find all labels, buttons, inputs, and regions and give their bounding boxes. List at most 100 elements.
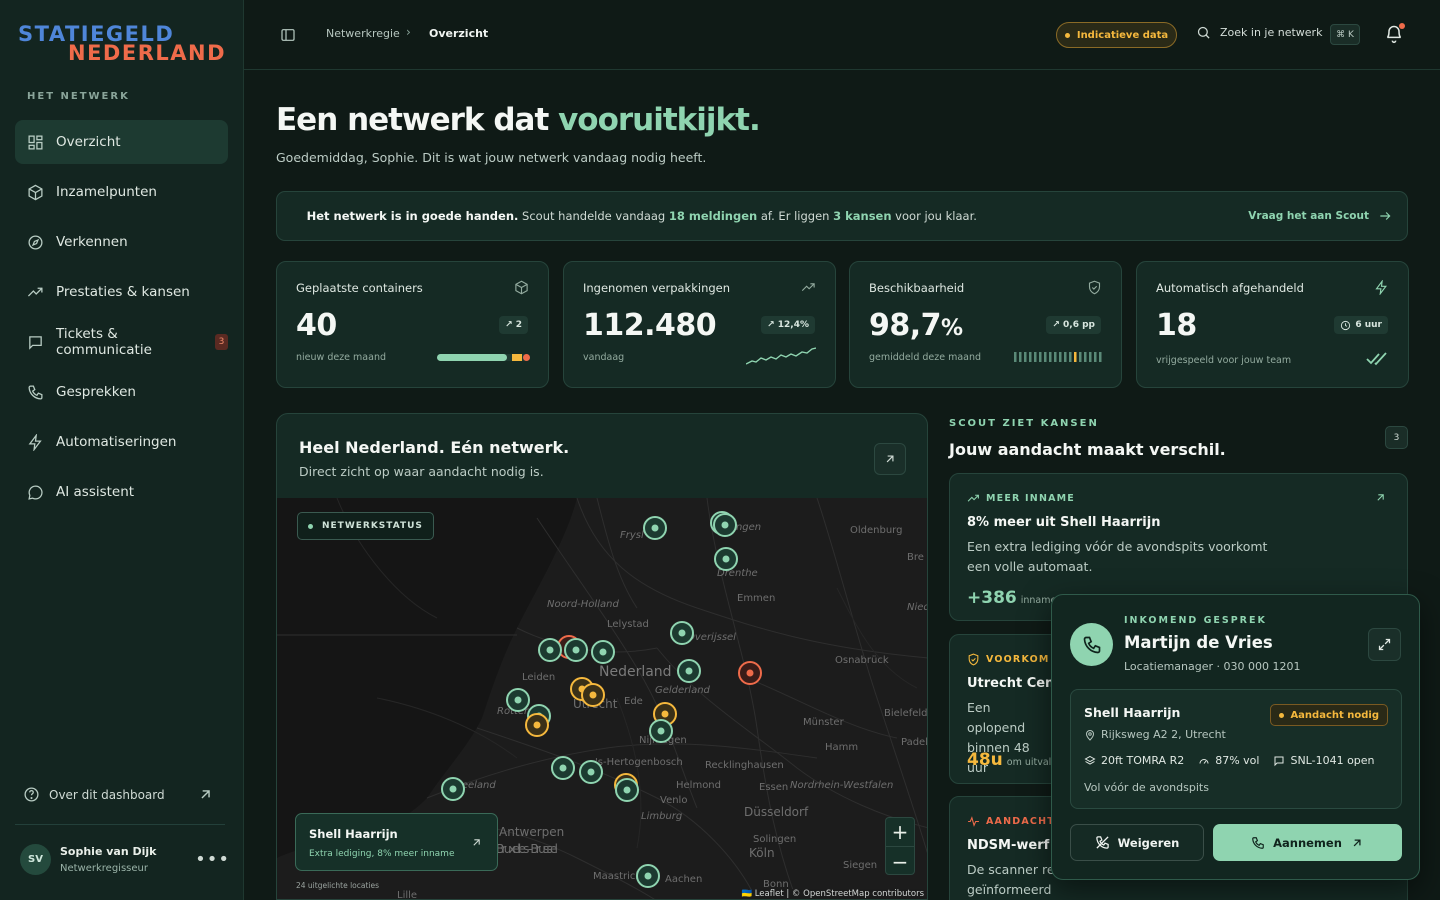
map-marker[interactable] <box>441 777 465 801</box>
opportunity-kicker: AANDACHT <box>967 815 1055 828</box>
breadcrumb-netwerkregie[interactable]: Netwerkregie <box>326 27 400 40</box>
kpi-title: Beschikbaarheid <box>869 281 965 295</box>
sidebar-item-inzamelpunten[interactable]: Inzamelpunten <box>15 170 228 214</box>
kpi-card-beschikbaarheid[interactable]: Beschikbaarheid 98,7% ↗ 0,6 pp gemiddeld… <box>849 261 1122 388</box>
map-marker[interactable] <box>551 756 575 780</box>
map-label: Emmen <box>737 593 775 604</box>
map-marker[interactable] <box>713 513 737 537</box>
map-marker[interactable] <box>581 683 605 707</box>
map-label: Padeb <box>901 737 928 748</box>
accept-call-button[interactable]: Aannemen <box>1213 824 1402 861</box>
kpi-value: 40 <box>296 308 337 343</box>
pin-icon <box>1085 729 1095 741</box>
bolt-icon <box>1375 280 1387 295</box>
scout-count-badge: 3 <box>1385 426 1408 449</box>
banner-text-2: af. Er liggen <box>757 209 834 223</box>
map-marker[interactable] <box>506 688 530 712</box>
caller-phone-badge <box>1070 623 1113 666</box>
map-marker[interactable] <box>670 621 694 645</box>
phone-icon <box>1252 836 1264 849</box>
sidebar-item-overzicht[interactable]: Overzicht <box>15 120 228 164</box>
kpi-delta-chip: ↗ 12,4% <box>761 316 815 334</box>
map-marker[interactable] <box>579 760 603 784</box>
sidebar-toggle-icon[interactable] <box>280 27 296 43</box>
kpi-card-automatisch[interactable]: Automatisch afgehandeld 18 6 uur vrijges… <box>1136 261 1409 388</box>
map-label: Bruxelles - Brussel <box>496 842 558 856</box>
map-attribution[interactable]: 🇺🇦 Leaflet | © OpenStreetMap contributor… <box>741 889 924 899</box>
map-marker[interactable] <box>525 713 549 737</box>
kpi-delta-chip: ↗ 0,6 pp <box>1046 316 1101 334</box>
sidebar-item-ai-assistent[interactable]: AI assistent <box>15 470 228 514</box>
map-label: Nordrhein-Westfalen <box>790 780 893 791</box>
arrow-up-right-icon <box>473 839 480 846</box>
user-profile[interactable]: SV Sophie van Dijk Netwerkregisseur ••• <box>20 844 230 875</box>
kpi-card-containers[interactable]: Geplaatste containers 40 ↗ 2 nieuw deze … <box>276 261 549 388</box>
more-options-icon[interactable]: ••• <box>195 849 230 870</box>
kpi-subtitle: vandaag <box>583 352 625 363</box>
kpi-subtitle: vrijgespeeld voor jouw team <box>1156 355 1292 366</box>
breadcrumb-chevron-icon: › <box>406 25 411 39</box>
map-marker[interactable] <box>643 516 667 540</box>
map-marker[interactable] <box>636 864 660 888</box>
map-label: Essen <box>759 782 788 793</box>
call-kicker: INKOMEND GESPREK <box>1124 615 1267 626</box>
sidebar-item-tickets[interactable]: Tickets & communicatie 3 <box>15 320 228 364</box>
help-icon <box>24 787 39 802</box>
map-marker[interactable] <box>564 638 588 662</box>
network-status-badge: NETWERKSTATUS <box>297 512 434 540</box>
map-location-popup[interactable]: Shell Haarrijn Extra lediging, 8% meer i… <box>295 813 498 871</box>
box-icon <box>515 280 528 295</box>
sidebar-item-prestaties[interactable]: Prestaties & kansen <box>15 270 228 314</box>
arrow-up-right-icon <box>1377 494 1384 501</box>
about-dashboard-link[interactable]: Over dit dashboard <box>23 786 223 803</box>
map-marker[interactable] <box>714 547 738 571</box>
map-panel-title: Heel Nederland. Eén netwerk. <box>299 438 570 457</box>
map-marker[interactable] <box>677 659 701 683</box>
clock-icon <box>1341 320 1351 330</box>
scout-title: Jouw aandacht maakt verschil. <box>949 440 1226 459</box>
search-icon <box>1197 26 1210 39</box>
shield-icon <box>1088 280 1101 295</box>
spec-machine-text: 20ft TOMRA R2 <box>1101 754 1185 767</box>
network-map[interactable]: Frysl Ingen Oldenburg Bre Drenthe Emmen … <box>277 498 928 900</box>
sidebar-item-label: Inzamelpunten <box>56 184 157 200</box>
sidebar-item-verkennen[interactable]: Verkennen <box>15 220 228 264</box>
map-label: Bre <box>907 552 924 563</box>
zoom-out-button[interactable]: − <box>886 847 914 876</box>
arrow-up-right-icon <box>886 455 894 463</box>
expand-call-button[interactable] <box>1368 628 1401 661</box>
map-marker[interactable] <box>591 640 615 664</box>
map-marker[interactable] <box>738 661 762 685</box>
map-label: Nied <box>907 602 928 613</box>
chat-icon <box>29 335 42 350</box>
map-marker[interactable] <box>615 778 639 802</box>
map-label: Leiden <box>522 672 555 683</box>
map-label: Hamm <box>825 742 858 753</box>
ask-scout-link[interactable]: Vraag het aan Scout <box>1248 209 1392 223</box>
map-label: Lille <box>397 890 417 900</box>
sidebar-item-label: Gesprekken <box>56 384 136 400</box>
phone-icon <box>28 384 43 400</box>
open-map-button[interactable] <box>874 443 906 475</box>
map-label: Gelderland <box>655 685 711 696</box>
avatar: SV <box>20 844 51 875</box>
status-dot-icon <box>308 523 313 529</box>
notifications-button[interactable] <box>1384 23 1405 44</box>
map-label: Venlo <box>660 795 687 806</box>
kpi-card-verpakkingen[interactable]: Ingenomen verpakkingen 112.480 ↗ 12,4% v… <box>563 261 836 388</box>
kpi-title: Geplaatste containers <box>296 281 423 295</box>
decline-call-button[interactable]: Weigeren <box>1070 824 1204 861</box>
decline-label: Weigeren <box>1117 835 1180 850</box>
map-label: Oldenburg <box>850 525 902 536</box>
zoom-in-button[interactable]: + <box>886 818 914 847</box>
sidebar-item-automatiseringen[interactable]: Automatiseringen <box>15 420 228 464</box>
brand-logo[interactable]: STATIEGELD NEDERLAND <box>18 22 228 65</box>
search-input[interactable]: Zoek in je netwerk <box>1196 25 1322 40</box>
search-placeholder: Zoek in je netwerk <box>1220 26 1323 39</box>
map-marker[interactable] <box>649 719 673 743</box>
caller-location-card[interactable]: Shell Haarrijn Aandacht nodig Rijksweg A… <box>1070 689 1402 809</box>
accept-label: Aannemen <box>1273 835 1342 850</box>
sidebar-item-gesprekken[interactable]: Gesprekken <box>15 370 228 414</box>
opportunity-description: Een extra lediging vóór de avondspits vo… <box>967 539 1268 574</box>
map-marker[interactable] <box>538 638 562 662</box>
